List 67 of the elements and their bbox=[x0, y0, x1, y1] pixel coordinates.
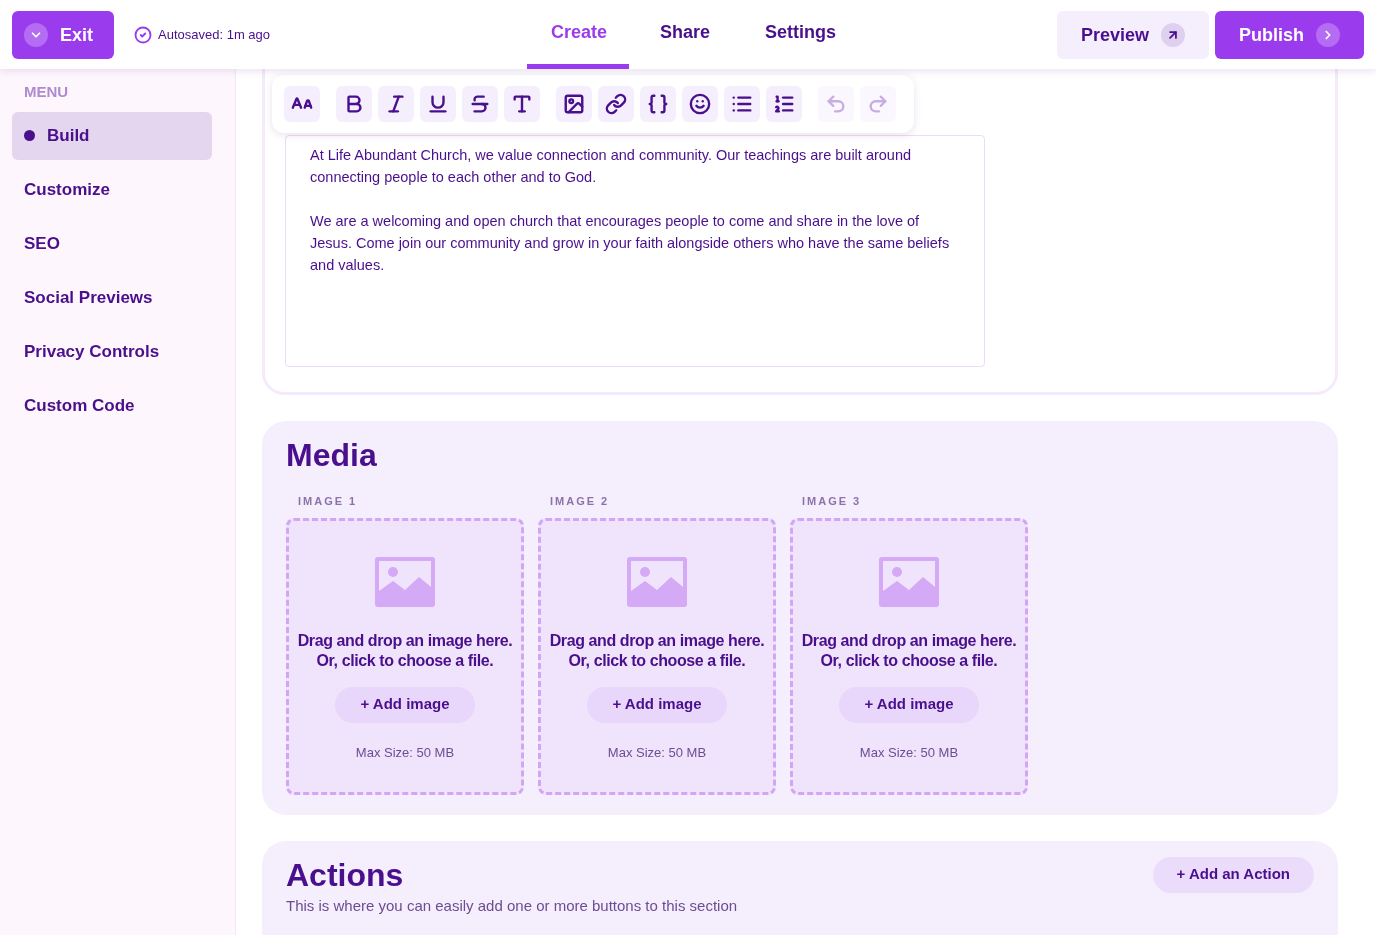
font-button[interactable] bbox=[504, 86, 540, 122]
undo-icon bbox=[825, 93, 847, 115]
braces-button[interactable] bbox=[640, 86, 676, 122]
sidebar-item[interactable]: Build bbox=[12, 111, 212, 160]
image-label: IMAGE 2 bbox=[549, 494, 611, 509]
chevron-right-icon bbox=[1316, 22, 1340, 47]
bold-button[interactable] bbox=[336, 86, 372, 122]
section-title: Media bbox=[286, 437, 378, 473]
publish-button[interactable]: Publish bbox=[1215, 10, 1364, 59]
text-size-button[interactable] bbox=[284, 86, 320, 122]
nav-tab[interactable]: Create bbox=[527, 0, 630, 69]
sidebar-item[interactable]: Custom Code bbox=[12, 381, 212, 430]
dropzone-prompt: Drag and drop an image here. Or, click to choose a file. bbox=[296, 630, 514, 671]
image-dropzone[interactable]: Drag and drop an image here. Or, click to choose a file. + Add image Max Size: 50 MB bbox=[538, 517, 776, 795]
braces-icon bbox=[647, 93, 669, 115]
italic-icon bbox=[385, 93, 407, 115]
nav-tab[interactable]: Settings bbox=[741, 0, 854, 69]
underline-icon bbox=[427, 93, 449, 115]
max-size-note: Max Size: 50 MB bbox=[607, 743, 707, 762]
section-title: Actions bbox=[286, 856, 405, 893]
link-icon bbox=[605, 93, 627, 115]
sidebar-item[interactable]: Customize bbox=[12, 165, 212, 214]
max-size-note: Max Size: 50 MB bbox=[859, 743, 959, 762]
image-icon bbox=[563, 93, 585, 115]
image-dropzone[interactable]: Drag and drop an image here. Or, click to choose a file. + Add image Max Size: 50 MB bbox=[286, 517, 524, 795]
add-image-button[interactable]: + Add image bbox=[587, 686, 727, 723]
strikethrough-icon bbox=[469, 93, 491, 115]
font-icon bbox=[511, 93, 533, 115]
add-action-button[interactable]: + Add an Action bbox=[1152, 856, 1314, 893]
preview-button[interactable]: Preview bbox=[1056, 10, 1209, 59]
image-label: IMAGE 3 bbox=[801, 494, 863, 509]
bullet-list-icon bbox=[731, 93, 753, 115]
sidebar-item[interactable]: Social Previews bbox=[12, 273, 212, 322]
link-button[interactable] bbox=[598, 86, 634, 122]
check-circle-icon bbox=[134, 25, 152, 44]
numbered-list-button[interactable] bbox=[766, 86, 802, 122]
chevron-down-icon bbox=[24, 22, 48, 47]
image-label: IMAGE 1 bbox=[297, 494, 359, 509]
redo-icon bbox=[867, 93, 889, 115]
text-editor[interactable] bbox=[285, 135, 985, 367]
smiley-button[interactable] bbox=[682, 86, 718, 122]
add-image-button[interactable]: + Add image bbox=[335, 686, 475, 723]
image-placeholder-icon bbox=[879, 556, 939, 607]
menu-heading: MENU bbox=[23, 82, 70, 102]
image-placeholder-icon bbox=[627, 556, 687, 607]
editor-paragraph: At Life Abundant Church, we value connection and community. Our teachings are built around connecting people to each other and to God. bbox=[310, 146, 913, 187]
nav-tab[interactable]: Share bbox=[629, 0, 742, 69]
arrow-up-right-icon bbox=[1161, 22, 1185, 47]
italic-button[interactable] bbox=[378, 86, 414, 122]
exit-button[interactable]: Exit bbox=[12, 10, 114, 59]
underline-button[interactable] bbox=[420, 86, 456, 122]
sidebar-item[interactable]: SEO bbox=[12, 219, 212, 268]
strikethrough-button[interactable] bbox=[462, 86, 498, 122]
section-description: This is where you can easily add one or more buttons to this section bbox=[286, 896, 738, 915]
numbered-list-icon bbox=[773, 93, 795, 115]
bullet-list-button[interactable] bbox=[724, 86, 760, 122]
image-placeholder-icon bbox=[375, 556, 435, 607]
image-button[interactable] bbox=[556, 86, 592, 122]
dropzone-prompt: Drag and drop an image here. Or, click to choose a file. bbox=[800, 630, 1018, 671]
add-image-button[interactable]: + Add image bbox=[839, 686, 979, 723]
sidebar-item[interactable]: Privacy Controls bbox=[12, 327, 212, 376]
dropzone-prompt: Drag and drop an image here. Or, click to choose a file. bbox=[548, 630, 766, 671]
smiley-icon bbox=[689, 93, 711, 115]
autosave-status: Autosaved: 1m ago bbox=[158, 25, 271, 44]
editor-paragraph: We are a welcoming and open church that encourages people to come and share in the love of Jesus. Come join our community and grow in your faith alongside others who have the same beliefs and values. bbox=[310, 212, 951, 275]
max-size-note: Max Size: 50 MB bbox=[355, 743, 455, 762]
image-dropzone[interactable]: Drag and drop an image here. Or, click to choose a file. + Add image Max Size: 50 MB bbox=[790, 517, 1028, 795]
